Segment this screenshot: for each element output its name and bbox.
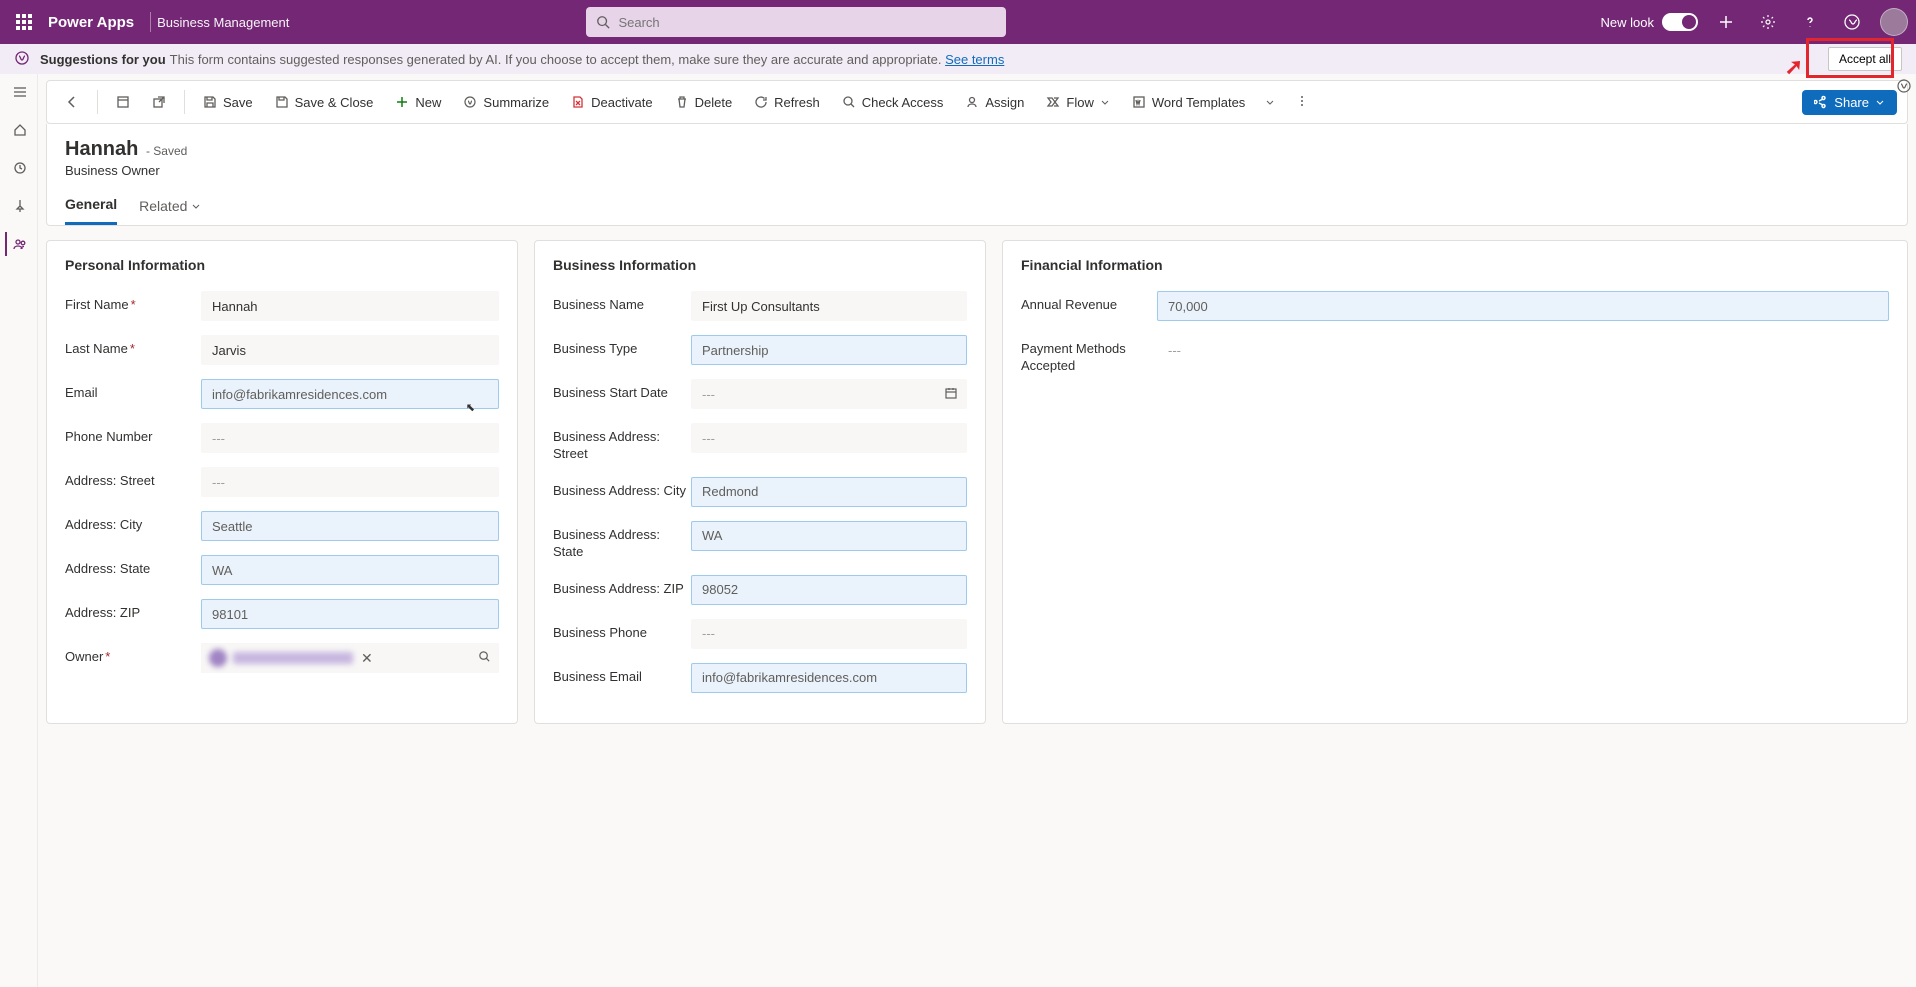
section-title: Personal Information — [65, 257, 499, 273]
business-state-field[interactable]: WA — [691, 521, 967, 551]
tab-general[interactable]: General — [65, 196, 117, 225]
new-button[interactable]: New — [387, 91, 449, 114]
app-title: Power Apps — [48, 14, 134, 31]
app-launcher-icon[interactable] — [8, 6, 40, 38]
phone-field[interactable]: --- — [201, 423, 499, 453]
copilot-side-icon[interactable] — [1896, 78, 1912, 97]
financial-information-section: Financial Information Annual Revenue70,0… — [1002, 240, 1908, 724]
business-start-date-field[interactable]: --- — [691, 379, 967, 409]
address-state-field[interactable]: WA — [201, 555, 499, 585]
copilot-icon[interactable] — [1838, 8, 1866, 36]
share-button[interactable]: Share — [1802, 90, 1897, 115]
help-icon[interactable] — [1796, 8, 1824, 36]
business-type-field[interactable]: Partnership — [691, 335, 967, 365]
recent-icon[interactable] — [5, 156, 33, 180]
flow-button[interactable]: Flow — [1038, 91, 1117, 114]
payment-methods-field[interactable]: --- — [1157, 335, 1889, 365]
form-tabs: General Related — [65, 196, 1889, 225]
lookup-search-icon[interactable] — [478, 650, 491, 666]
business-name-field[interactable]: First Up Consultants — [691, 291, 967, 321]
add-icon[interactable] — [1712, 8, 1740, 36]
ai-icon — [14, 50, 30, 69]
word-templates-button[interactable]: Word Templates — [1124, 91, 1283, 114]
deactivate-button[interactable]: Deactivate — [563, 91, 660, 114]
site-map-rail — [0, 74, 38, 987]
command-bar: Save Save & Close New Summarize Deactiva… — [46, 80, 1908, 124]
section-title: Financial Information — [1021, 257, 1889, 273]
clear-owner-icon[interactable]: ✕ — [361, 650, 373, 667]
hamburger-icon[interactable] — [5, 80, 33, 104]
settings-icon[interactable] — [1754, 8, 1782, 36]
suggestions-text: This form contains suggested responses g… — [170, 52, 942, 67]
open-new-window-button[interactable] — [144, 91, 174, 113]
divider — [150, 12, 151, 32]
first-name-field[interactable]: Hannah — [201, 291, 499, 321]
business-street-field[interactable]: --- — [691, 423, 967, 453]
tab-related[interactable]: Related — [139, 196, 201, 225]
section-title: Business Information — [553, 257, 967, 273]
home-icon[interactable] — [5, 118, 33, 142]
delete-button[interactable]: Delete — [667, 91, 741, 114]
address-city-field[interactable]: Seattle — [201, 511, 499, 541]
main-content: Save Save & Close New Summarize Deactiva… — [38, 74, 1916, 987]
address-zip-field[interactable]: 98101 — [201, 599, 499, 629]
search-icon — [596, 15, 610, 29]
summarize-button[interactable]: Summarize — [455, 91, 557, 114]
calendar-icon[interactable] — [944, 386, 958, 403]
business-zip-field[interactable]: 98052 — [691, 575, 967, 605]
business-city-field[interactable]: Redmond — [691, 477, 967, 507]
address-street-field[interactable]: --- — [201, 467, 499, 497]
app-header: Power Apps Business Management New look — [0, 0, 1916, 44]
toggle-switch[interactable] — [1662, 13, 1698, 31]
check-access-button[interactable]: Check Access — [834, 91, 952, 114]
search-input[interactable] — [618, 15, 996, 30]
see-terms-link[interactable]: See terms — [945, 52, 1004, 67]
record-status: - Saved — [146, 144, 187, 158]
back-button[interactable] — [57, 91, 87, 113]
new-look-toggle[interactable]: New look — [1601, 13, 1698, 31]
global-search[interactable] — [586, 7, 1006, 37]
personal-information-section: Personal Information First Name*Hannah L… — [46, 240, 518, 724]
ai-suggestions-bar: Suggestions for you This form contains s… — [0, 44, 1916, 74]
suggestions-label: Suggestions for you — [40, 52, 166, 67]
user-avatar[interactable] — [1880, 8, 1908, 36]
refresh-button[interactable]: Refresh — [746, 91, 828, 114]
record-header: Hannah - Saved Business Owner General Re… — [46, 124, 1908, 226]
save-button[interactable]: Save — [195, 91, 261, 114]
business-phone-field[interactable]: --- — [691, 619, 967, 649]
save-close-button[interactable]: Save & Close — [267, 91, 382, 114]
last-name-field[interactable]: Jarvis — [201, 335, 499, 365]
owner-lookup-field[interactable]: ✕ — [201, 643, 499, 673]
assign-button[interactable]: Assign — [957, 91, 1032, 114]
record-title: Hannah — [65, 138, 138, 160]
email-field[interactable]: info@fabrikamresidences.com — [201, 379, 499, 409]
form-selector-button[interactable] — [108, 91, 138, 113]
more-commands-button[interactable] — [1289, 90, 1315, 115]
pinned-icon[interactable] — [5, 194, 33, 218]
business-information-section: Business Information Business NameFirst … — [534, 240, 986, 724]
environment-name[interactable]: Business Management — [157, 15, 289, 30]
business-owners-icon[interactable] — [5, 232, 33, 256]
business-email-field[interactable]: info@fabrikamresidences.com — [691, 663, 967, 693]
accept-all-button[interactable]: Accept all — [1828, 47, 1902, 71]
annual-revenue-field[interactable]: 70,000 — [1157, 291, 1889, 321]
record-subtitle: Business Owner — [65, 163, 1889, 178]
